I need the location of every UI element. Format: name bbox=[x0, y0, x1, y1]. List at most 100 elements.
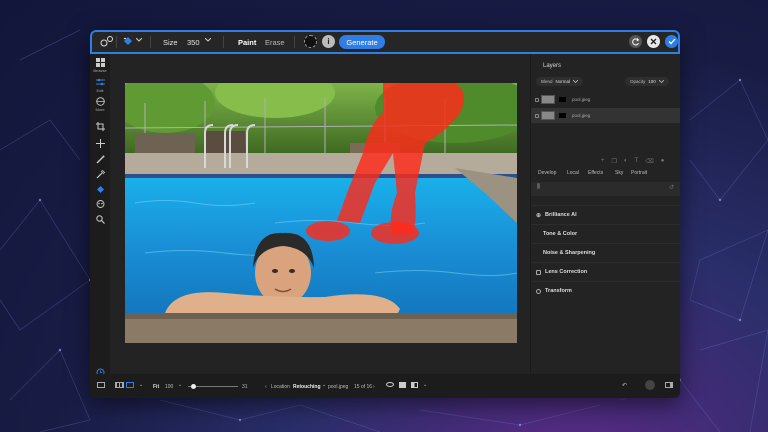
tab-local[interactable]: Local bbox=[567, 170, 579, 176]
compare-chevron-icon[interactable]: ⌄ bbox=[423, 382, 427, 388]
section-noise-sharpening[interactable]: Noise & Sharpening bbox=[531, 243, 680, 262]
zoom-slider-handle[interactable] bbox=[190, 384, 196, 389]
zoom-value[interactable]: 100 bbox=[165, 384, 173, 390]
location-value[interactable]: Retouching bbox=[293, 384, 321, 390]
crop-tool[interactable] bbox=[90, 122, 110, 131]
layer-thumbnail bbox=[541, 111, 555, 120]
section-label: Lens Correction bbox=[545, 269, 588, 275]
section-transform[interactable]: Transform bbox=[531, 281, 680, 300]
brush-mode-icon[interactable] bbox=[100, 35, 114, 47]
layer-settings-icon[interactable]: ● bbox=[661, 158, 665, 165]
layer-text-icon[interactable]: T bbox=[635, 158, 639, 165]
opacity-label: Opacity bbox=[630, 79, 646, 84]
fit-label[interactable]: Fit bbox=[153, 384, 159, 390]
section-checkbox-icon[interactable]: ⊕ bbox=[536, 212, 541, 219]
layer-name: pool.jpeg bbox=[572, 113, 591, 118]
erase-mode-button[interactable]: Erase bbox=[265, 38, 285, 47]
filename-label: pool.jpeg bbox=[328, 384, 349, 390]
size-value[interactable]: 350 bbox=[187, 38, 200, 47]
mask-tool[interactable] bbox=[90, 200, 110, 209]
opacity-chevron-icon bbox=[658, 80, 664, 83]
section-label: Noise & Sharpening bbox=[543, 250, 596, 256]
heal-tool[interactable] bbox=[90, 170, 110, 179]
cancel-icon[interactable] bbox=[647, 35, 660, 48]
zoom-tool[interactable] bbox=[90, 215, 110, 224]
right-panel: Layers Blend Normal Opacity 100 pool.jpe… bbox=[530, 54, 680, 374]
info-icon[interactable]: i bbox=[322, 35, 335, 48]
reset-icon[interactable] bbox=[629, 35, 642, 48]
layer-mask-thumbnail bbox=[559, 113, 566, 118]
view-chevron-icon[interactable]: ⌄ bbox=[139, 382, 143, 388]
image-canvas[interactable] bbox=[110, 54, 530, 374]
blend-chevron-icon bbox=[573, 80, 579, 83]
rail-edit[interactable]: Edit bbox=[90, 78, 110, 93]
undo-icon[interactable]: ↶ bbox=[622, 382, 627, 389]
grid-view-icon[interactable] bbox=[115, 382, 124, 388]
section-label: Tone & Color bbox=[543, 231, 578, 237]
move-icon bbox=[95, 139, 105, 148]
zoom-chevron-icon[interactable]: ⌄ bbox=[178, 382, 182, 388]
layer-mask-icon[interactable]: ◐ bbox=[624, 158, 628, 165]
presets-icon[interactable]: ⫼ bbox=[537, 184, 540, 191]
heal-icon bbox=[96, 170, 105, 179]
layer-row[interactable]: pool.jpeg bbox=[531, 108, 680, 123]
apply-check-icon[interactable] bbox=[665, 35, 678, 48]
compare-icon[interactable] bbox=[399, 382, 406, 388]
layer-duplicate-icon[interactable]: ❐ bbox=[612, 158, 617, 165]
layer-visibility-icon[interactable] bbox=[535, 97, 539, 102]
tool-rail: Browse Edit More bbox=[90, 54, 110, 377]
section-checkbox-icon[interactable] bbox=[536, 269, 541, 275]
rail-label-browse: Browse bbox=[93, 68, 107, 73]
section-tone-color[interactable]: Tone & Color bbox=[531, 224, 680, 243]
sidebar-toggle-icon[interactable] bbox=[97, 382, 105, 388]
eye-preview-icon[interactable] bbox=[386, 382, 394, 387]
brush-tool[interactable] bbox=[90, 155, 110, 164]
layer-actions: + ❐ ◐ T ⌫ ● bbox=[601, 158, 664, 165]
tab-effects[interactable]: Effects bbox=[588, 170, 603, 176]
app-window: Size 350 Paint Erase i Generate Browse E… bbox=[90, 30, 680, 398]
size-chevron-icon[interactable] bbox=[205, 38, 211, 42]
section-label: Brilliance AI bbox=[545, 212, 577, 218]
section-lens-correction[interactable]: Lens Correction bbox=[531, 262, 680, 281]
brush-preview-icon[interactable] bbox=[304, 35, 317, 48]
blend-label: Blend bbox=[541, 79, 553, 84]
section-checkbox-icon[interactable] bbox=[536, 288, 541, 294]
back-chevron-icon[interactable]: ‹ bbox=[265, 384, 267, 390]
tab-develop[interactable]: Develop bbox=[538, 170, 556, 176]
location-chevron-icon[interactable]: ⌄ bbox=[322, 382, 326, 388]
rail-browse[interactable]: Browse bbox=[90, 58, 110, 73]
crop-icon bbox=[95, 122, 105, 131]
move-tool[interactable] bbox=[90, 139, 110, 148]
tab-portrait[interactable]: Portrait bbox=[631, 170, 647, 176]
section-label: Transform bbox=[545, 288, 572, 294]
pool-photo[interactable] bbox=[125, 83, 517, 343]
chevron-down-icon[interactable] bbox=[136, 38, 142, 42]
rail-more[interactable]: More bbox=[90, 97, 110, 112]
browse-grid-icon bbox=[95, 58, 105, 67]
tab-sky[interactable]: Sky bbox=[615, 170, 623, 176]
single-view-icon[interactable] bbox=[126, 382, 134, 388]
layer-row[interactable]: pool.jpeg bbox=[531, 92, 680, 107]
layer-name: pool.jpeg bbox=[572, 97, 591, 102]
forward-chevron-icon[interactable]: › bbox=[373, 384, 375, 390]
layer-add-icon[interactable]: + bbox=[601, 158, 605, 165]
blend-select[interactable]: Blend Normal bbox=[536, 77, 584, 86]
blend-value: Normal bbox=[555, 79, 571, 84]
edit-sliders-icon bbox=[95, 78, 105, 86]
layer-delete-icon[interactable]: ⌫ bbox=[645, 158, 653, 165]
generative-brush-icon[interactable] bbox=[122, 36, 134, 47]
paint-mode-button[interactable]: Paint bbox=[238, 38, 256, 47]
layer-visibility-icon[interactable] bbox=[535, 113, 539, 118]
split-view-icon[interactable] bbox=[411, 382, 418, 388]
section-brilliance-ai[interactable]: ⊕ Brilliance AI bbox=[531, 205, 680, 224]
more-icon bbox=[95, 97, 105, 106]
panel-toggle-icon[interactable] bbox=[665, 382, 673, 388]
opacity-select[interactable]: Opacity 100 bbox=[625, 77, 669, 86]
layers-title: Layers bbox=[543, 63, 562, 69]
generate-button[interactable]: Generate bbox=[339, 35, 385, 49]
zoom-slider[interactable] bbox=[188, 384, 238, 389]
layer-thumbnail bbox=[541, 95, 555, 104]
presets-reset-icon[interactable]: ↺ bbox=[669, 184, 674, 191]
mask-icon bbox=[96, 200, 104, 208]
generative-erase-tool[interactable] bbox=[90, 185, 110, 194]
